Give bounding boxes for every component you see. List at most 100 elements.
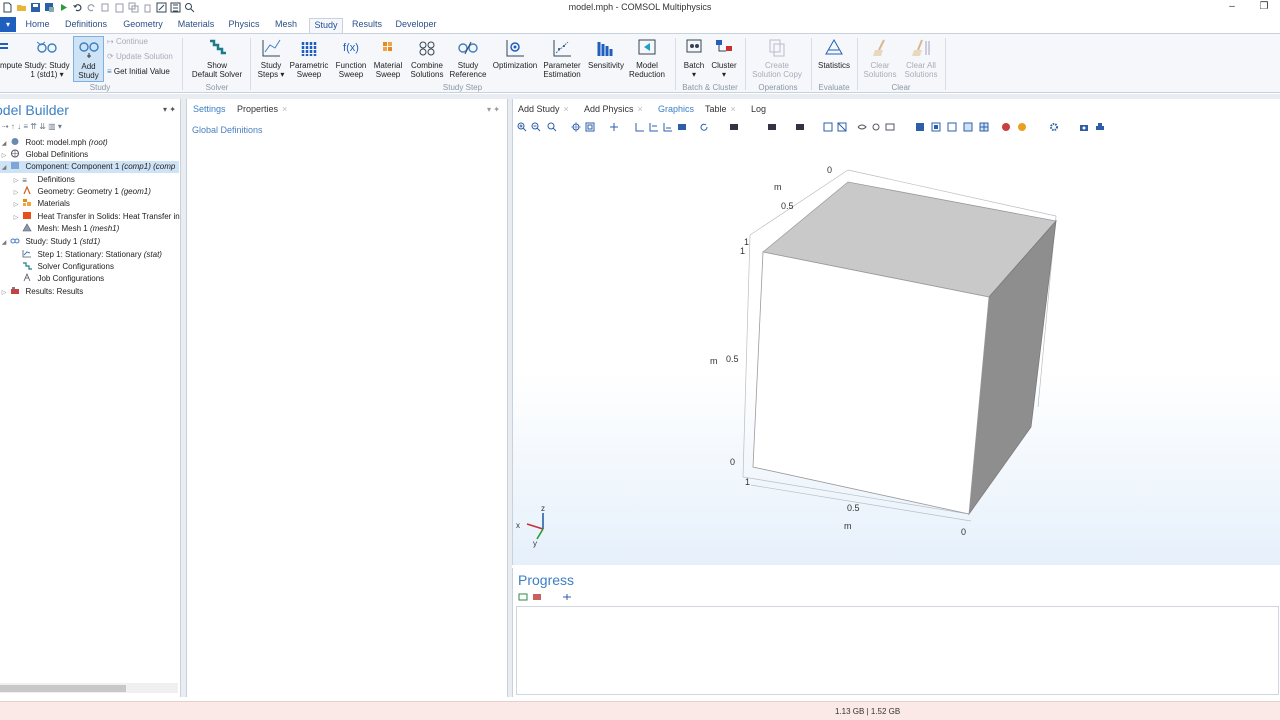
zoom-in-icon[interactable]: [517, 122, 527, 132]
parameter-estimation-button[interactable]: Parameter Estimation: [541, 36, 583, 79]
restore-button[interactable]: ❐: [1248, 0, 1280, 16]
material-sweep-button[interactable]: Material Sweep: [371, 36, 405, 79]
tree-node-global-definitions[interactable]: ▷ Global Definitions: [0, 149, 88, 161]
graphics-canvas[interactable]: 0 m 0.5 1 1 0.5 m 0 1 0.5 m 0 z x y: [513, 137, 1280, 565]
tab-study[interactable]: Study: [309, 18, 343, 33]
tree-node-stationary-step[interactable]: Step 1: Stationary: Stationary (stat): [12, 249, 162, 261]
tab-physics[interactable]: Physics: [227, 18, 261, 33]
file-menu-button[interactable]: ▾: [0, 17, 16, 32]
camera-icon[interactable]: [1079, 122, 1089, 132]
view-axis-icon[interactable]: [609, 122, 619, 132]
cube-front-face[interactable]: [752, 251, 990, 515]
minimize-button[interactable]: –: [1216, 0, 1248, 16]
go-to-zx-icon[interactable]: [663, 122, 673, 132]
grid-icon[interactable]: [979, 122, 989, 132]
zoom-box-icon[interactable]: [547, 122, 557, 132]
panel-menu-pin[interactable]: ▾ ✦: [487, 103, 500, 117]
geometry-view[interactable]: 0 m 0.5 1 1 0.5 m 0 1 0.5 m 0 z x y: [513, 137, 1280, 565]
tree-node-results[interactable]: ▷ Results: Results: [0, 286, 83, 298]
go-to-xy-icon[interactable]: [635, 122, 645, 132]
collapse-arrow-icon[interactable]: ◢: [0, 237, 8, 249]
print-icon[interactable]: [1095, 122, 1105, 132]
model-reduction-button[interactable]: Model Reduction: [627, 36, 667, 79]
select-box-icon[interactable]: [767, 122, 777, 132]
tab-geometry[interactable]: Geometry: [120, 18, 166, 33]
wireframe-rendering-icon[interactable]: [963, 122, 973, 132]
tab-settings[interactable]: Settings: [193, 103, 226, 117]
clear-solutions-button[interactable]: Clear Solutions: [860, 36, 900, 79]
go-to-view-icon[interactable]: [677, 122, 687, 132]
transparency-icon[interactable]: [823, 122, 833, 132]
expand-arrow-icon[interactable]: ▷: [0, 287, 8, 299]
tab-table[interactable]: Table ×: [705, 103, 736, 117]
tab-graphics[interactable]: Graphics: [658, 103, 694, 117]
tree-node-heat-transfer[interactable]: ▷ Heat Transfer in Solids: Heat Transfer…: [12, 211, 180, 223]
tab-developer[interactable]: Developer: [393, 18, 439, 33]
center-icon[interactable]: [571, 122, 581, 132]
scene-light-icon[interactable]: [915, 122, 925, 132]
view-icon[interactable]: [885, 122, 895, 132]
tree-node-job-configurations[interactable]: Job Configurations: [12, 273, 104, 285]
tab-properties[interactable]: Properties ×: [237, 103, 287, 117]
progress-table-icon[interactable]: [532, 592, 542, 602]
select-icon[interactable]: [729, 122, 739, 132]
show-default-solver-button[interactable]: Show Default Solver: [190, 36, 244, 79]
expand-arrow-icon[interactable]: ▷: [12, 199, 20, 211]
sensitivity-button[interactable]: Sensitivity: [585, 36, 627, 70]
tree-node-materials[interactable]: ▷ Materials: [12, 198, 70, 210]
function-sweep-button[interactable]: f(x) Function Sweep: [333, 36, 369, 79]
tab-home[interactable]: Home: [21, 18, 54, 33]
tree-node-solver-configurations[interactable]: Solver Configurations: [12, 261, 114, 273]
clear-all-solutions-button[interactable]: Clear All Solutions: [901, 36, 941, 79]
color-icon[interactable]: [1001, 122, 1011, 132]
statistics-button[interactable]: Statistics: [815, 36, 853, 70]
get-initial-value-button[interactable]: ≡ Get Initial Value: [107, 67, 170, 76]
scrollbar-thumb[interactable]: [0, 685, 126, 692]
zoom-extents-icon[interactable]: [585, 122, 595, 132]
tab-log[interactable]: Log: [751, 103, 766, 117]
close-icon[interactable]: ×: [564, 104, 569, 114]
progress-stop-icon[interactable]: [562, 592, 572, 602]
tab-mesh[interactable]: Mesh: [271, 18, 301, 33]
settings-gear-icon[interactable]: [1049, 122, 1059, 132]
rotate-icon[interactable]: [699, 122, 709, 132]
batch-button[interactable]: Batch ▾: [680, 36, 708, 79]
panel-menu-pin[interactable]: ▾ ✦: [163, 105, 176, 114]
compute-button[interactable]: mpute: [0, 36, 22, 70]
study-reference-button[interactable]: Study Reference: [448, 36, 488, 79]
horizontal-scrollbar[interactable]: [0, 683, 178, 693]
add-study-button[interactable]: Add Study: [73, 36, 104, 82]
tab-results[interactable]: Results: [349, 18, 385, 33]
zoom-out-icon[interactable]: [531, 122, 541, 132]
lighting-icon[interactable]: [1017, 122, 1027, 132]
tree-node-component[interactable]: ◢ Component: Component 1 (comp1) (comp: [0, 161, 179, 173]
tab-materials[interactable]: Materials: [175, 18, 217, 33]
render-icon[interactable]: [947, 122, 957, 132]
transparency-toggle-icon[interactable]: [931, 122, 941, 132]
tree-node-geometry[interactable]: ▷ Geometry: Geometry 1 (geom1): [12, 186, 151, 198]
wireframe-icon[interactable]: [837, 122, 847, 132]
tree-node-study[interactable]: ◢ Study: Study 1 (std1): [0, 236, 101, 249]
close-icon[interactable]: ×: [638, 104, 643, 114]
select-all-icon[interactable]: [795, 122, 805, 132]
close-icon[interactable]: ×: [282, 104, 287, 114]
close-icon[interactable]: ×: [731, 104, 736, 114]
collapse-arrow-icon[interactable]: ◢: [0, 162, 8, 174]
parametric-sweep-button[interactable]: Parametric Sweep: [288, 36, 330, 79]
model-builder-toolbar[interactable]: ⇢ ↑ ↓ ≡ ⇈ ⇊ ▥ ▾: [2, 122, 62, 131]
combine-solutions-button[interactable]: Combine Solutions: [407, 36, 447, 79]
update-solution-button[interactable]: ⟳ Update Solution: [107, 52, 173, 61]
tree-node-definitions[interactable]: ▷ ≡ Definitions: [12, 174, 75, 186]
tree-node-root[interactable]: ◢ Root: model.mph (root): [0, 137, 108, 149]
tab-add-study[interactable]: Add Study ×: [518, 103, 569, 117]
create-solution-copy-button[interactable]: Create Solution Copy: [748, 36, 806, 79]
continue-button[interactable]: ↦ Continue: [107, 37, 148, 46]
tab-definitions[interactable]: Definitions: [62, 18, 110, 33]
show-icon[interactable]: [871, 122, 881, 132]
study-steps-button[interactable]: Study Steps ▾: [255, 36, 287, 79]
go-to-yz-icon[interactable]: [649, 122, 659, 132]
progress-list-icon[interactable]: [518, 592, 528, 602]
study-std1-button[interactable]: Study: Study 1 (std1) ▾: [22, 36, 72, 79]
tree-node-mesh[interactable]: Mesh: Mesh 1 (mesh1): [12, 223, 119, 235]
tab-add-physics[interactable]: Add Physics ×: [584, 103, 643, 117]
